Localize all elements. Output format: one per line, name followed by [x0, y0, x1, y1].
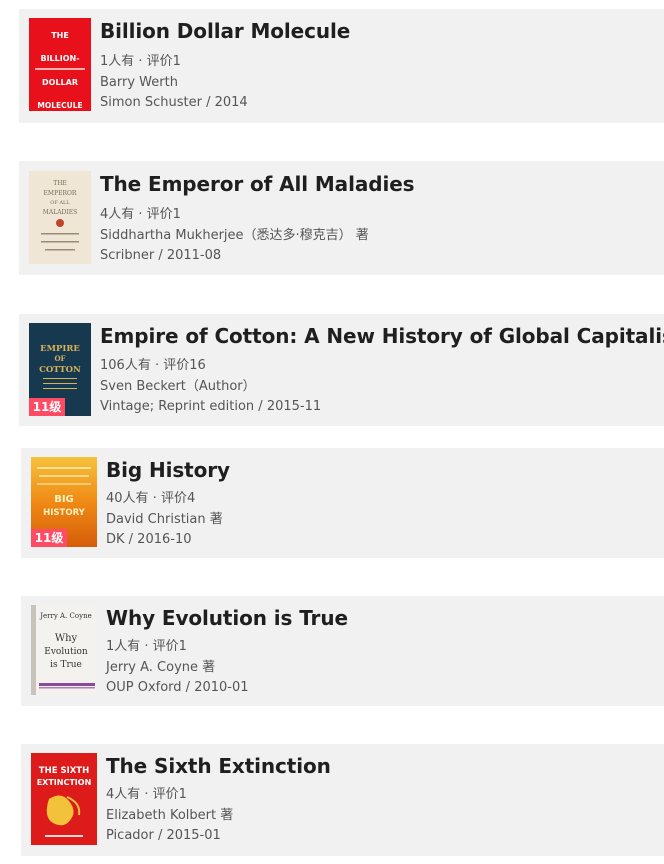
book-title[interactable]: The Emperor of All Maladies — [100, 172, 415, 196]
book-publisher: OUP Oxford / 2010-01 — [106, 680, 249, 695]
book-author: Elizabeth Kolbert 著 — [106, 807, 234, 823]
book-author: Sven Beckert（Author） — [100, 378, 256, 394]
book-author: Siddhartha Mukherjee（悉达多·穆克吉） 著 — [100, 227, 369, 243]
cover-text: OF — [54, 354, 65, 363]
cover-text: MALADIES — [43, 209, 77, 216]
book-cover[interactable]: THE EMPEROR OF ALL MALADIES — [29, 171, 91, 264]
book-cover[interactable]: THE SIXTH EXTINCTION — [31, 753, 97, 845]
book-stats: 40人有 · 评价4 — [106, 491, 196, 506]
book-title[interactable]: The Sixth Extinction — [106, 754, 331, 778]
cover-text: MOLECULE — [37, 101, 82, 110]
emperor-of-all-maladies-cover-icon: THE EMPEROR OF ALL MALADIES — [29, 171, 91, 264]
cover-text: BIG — [54, 494, 74, 505]
book-publisher: Vintage; Reprint edition / 2015-11 — [100, 399, 322, 414]
book-stats: 1人有 · 评价1 — [100, 54, 181, 69]
book-card[interactable]: THE BILLION- DOLLAR MOLECULE Billion Dol… — [19, 9, 664, 123]
book-title[interactable]: Empire of Cotton: A New History of Globa… — [100, 324, 664, 348]
book-card[interactable]: THE SIXTH EXTINCTION The Sixth Extinctio… — [21, 744, 664, 856]
book-author: David Christian 著 — [106, 511, 223, 527]
why-evolution-is-true-cover-icon: Jerry A. Coyne Why Evolution is True — [31, 605, 97, 695]
cover-text: THE — [51, 31, 69, 40]
book-title[interactable]: Why Evolution is True — [106, 606, 348, 630]
level-badge: 11级 — [31, 529, 67, 547]
book-card[interactable]: Jerry A. Coyne Why Evolution is True Why… — [21, 596, 664, 706]
cover-text: EMPEROR — [44, 190, 77, 197]
cover-text: COTTON — [39, 365, 81, 375]
cover-text: BILLION- — [40, 54, 79, 63]
sixth-extinction-cover-icon: THE SIXTH EXTINCTION — [31, 753, 97, 845]
cover-text: THE — [53, 180, 67, 187]
billion-dollar-molecule-cover-icon: THE BILLION- DOLLAR MOLECULE — [29, 18, 91, 111]
book-title[interactable]: Big History — [106, 458, 230, 482]
cover-text: Jerry A. Coyne — [39, 612, 92, 620]
book-cover[interactable]: BIG HISTORY 11级 — [31, 457, 97, 547]
book-stats: 106人有 · 评价16 — [100, 358, 206, 373]
book-card[interactable]: EMPIRE OF COTTON 11级 Empire of Cotton: A… — [19, 314, 664, 426]
cover-text: HISTORY — [43, 508, 86, 518]
cover-text: EXTINCTION — [37, 778, 92, 787]
book-publisher: DK / 2016-10 — [106, 532, 192, 547]
book-publisher: Picador / 2015-01 — [106, 828, 221, 843]
cover-text: THE SIXTH — [39, 766, 89, 776]
book-publisher: Simon Schuster / 2014 — [100, 95, 248, 110]
book-title[interactable]: Billion Dollar Molecule — [100, 19, 350, 43]
cover-text: DOLLAR — [42, 78, 78, 87]
level-badge: 11级 — [29, 398, 65, 416]
book-stats: 4人有 · 评价1 — [106, 787, 187, 802]
book-publisher: Scribner / 2011-08 — [100, 248, 222, 263]
cover-text: is True — [50, 660, 82, 670]
book-stats: 1人有 · 评价1 — [106, 639, 187, 654]
cover-text: Evolution — [44, 647, 88, 657]
book-cover[interactable]: EMPIRE OF COTTON 11级 — [29, 323, 91, 416]
book-author: Jerry A. Coyne 著 — [106, 659, 216, 675]
book-author: Barry Werth — [100, 74, 178, 90]
book-card[interactable]: BIG HISTORY 11级 Big History 40人有 · 评价4 D… — [21, 448, 664, 558]
book-cover[interactable]: Jerry A. Coyne Why Evolution is True — [31, 605, 97, 695]
cover-text: Why — [55, 633, 78, 644]
cover-text: OF ALL — [50, 200, 70, 206]
cover-text: EMPIRE — [40, 344, 80, 354]
book-cover[interactable]: THE BILLION- DOLLAR MOLECULE — [29, 18, 91, 111]
book-card[interactable]: THE EMPEROR OF ALL MALADIES The Emperor … — [19, 161, 664, 275]
book-stats: 4人有 · 评价1 — [100, 207, 181, 222]
